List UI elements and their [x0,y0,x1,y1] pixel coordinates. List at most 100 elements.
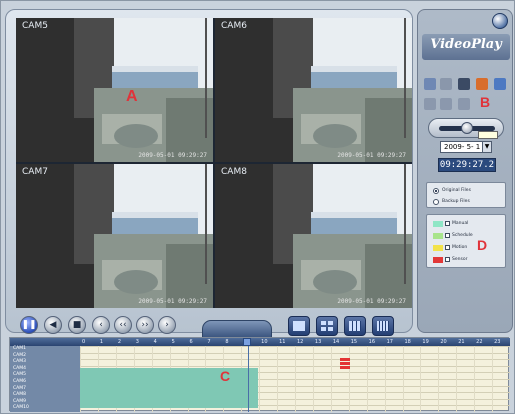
legend-label: Sensor [452,257,468,262]
legend-item-sensor[interactable]: Sensor [433,255,467,264]
radio-icon[interactable] [433,187,439,194]
legend-label: Manual [452,221,469,226]
timeline-gridline [366,346,368,412]
timeline-gridline [456,346,458,412]
timeline-hour-label: 7 [207,339,211,345]
annotation-a: A [126,88,138,105]
camera-label: CAM7 [22,167,48,177]
camera-view-cam6[interactable]: CAM6 2009-05-01 09:29:27 [215,18,412,162]
date-select[interactable]: 2009- 5- 1 ▼ [440,141,492,153]
legend-swatch [433,256,443,263]
camera-label: CAM6 [221,21,247,31]
checkbox[interactable] [445,233,450,238]
timeline-gridline [259,346,261,412]
rewind-button[interactable]: ◀ [44,316,62,334]
right-control-panel: VideoPlay B 2009- 5- 1 ▼ 09:29:27.2 Orig… [417,9,513,333]
lock-icon[interactable] [494,78,506,90]
slow-button[interactable]: ‹‹ [114,316,132,334]
zoom-out-icon[interactable] [440,98,452,110]
timeline-gridline [295,346,296,412]
layout-16-button[interactable] [372,316,394,336]
option-label: Backup Files [442,199,470,204]
option-label: Original Files [442,188,471,193]
legend-label: Schedule [452,233,473,238]
video-grid: CAM5 2009-05-01 09:29:27 A CAM6 2009-05-… [16,18,412,308]
pause-icon: ❚❚ [21,320,37,330]
timeline-hour-label: 3 [135,339,139,345]
chevron-down-icon[interactable]: ▼ [482,142,491,152]
pause-button[interactable]: ❚❚ [20,316,38,334]
time-display: 09:29:27.2 [438,158,496,172]
volume-icon[interactable] [458,98,470,110]
timeline-cursor[interactable] [248,346,249,412]
video-play-window: CAM5 2009-05-01 09:29:27 A CAM6 2009-05-… [0,0,515,414]
layout-9-button[interactable] [344,316,366,336]
timeline-hour-label: 23 [494,339,501,345]
prev-frame-button[interactable]: ‹ [92,316,110,334]
camera-view-cam5[interactable]: CAM5 2009-05-01 09:29:27 A [16,18,213,162]
timeline-hour-label: 17 [386,339,393,345]
timeline-hour-header: 01234567891011121314151617181920212223 [10,338,510,346]
legend-item-schedule[interactable]: Schedule [433,231,473,240]
next-frame-button[interactable]: › [158,316,176,334]
speed-slider-knob[interactable] [461,122,473,134]
camera-label: CAM8 [221,167,247,177]
layout-1-icon [293,321,305,331]
camera-view-cam8[interactable]: CAM8 2009-05-01 09:29:27 [215,164,412,308]
camera-view-cam7[interactable]: CAM7 2009-05-01 09:29:27 [16,164,213,308]
legend-item-motion[interactable]: Motion [433,243,467,252]
timeline-tracks[interactable]: C [80,346,510,412]
checkbox[interactable] [445,221,450,226]
layout-9-icon [349,321,361,331]
annotation-d: D [477,237,488,253]
legend-swatch [433,244,443,251]
zoom-in-icon[interactable] [424,98,436,110]
recording-segment[interactable] [80,368,258,408]
alarm-segment[interactable] [340,358,350,361]
legend-swatch [433,220,443,227]
fast-button[interactable]: ›› [136,316,154,334]
globe-icon[interactable] [492,13,508,29]
alarm-segment[interactable] [340,366,350,369]
layout-4-icon-cell [328,327,333,331]
camera-label: CAM5 [22,21,48,31]
alarm-segment[interactable] [340,362,350,365]
timeline-hour-label: 5 [171,339,175,345]
recording-timeline[interactable]: 01234567891011121314151617181920212223 C… [9,337,510,412]
camera-timestamp: 2009-05-01 09:29:27 [138,152,207,159]
toolbar-row-1 [424,78,510,92]
layout-1-button[interactable] [288,316,310,336]
layout-4-icon-cell [328,321,333,325]
timeline-gridline [312,346,314,412]
checkbox[interactable] [445,257,450,262]
checkbox[interactable] [445,245,450,250]
timeline-hour-label: 13 [314,339,322,345]
timeline-gridline [402,346,404,412]
date-value: 2009- 5- 1 [444,143,481,151]
snapshot-icon[interactable] [476,78,488,90]
layout-4-button[interactable] [316,316,338,336]
record-type-legend: Manual Schedule Motion Sensor D [426,214,506,268]
backup-files-option[interactable]: Backup Files [433,197,470,206]
layout-4-icon [321,321,326,325]
timeline-hour-label: 15 [350,339,358,345]
original-files-option[interactable]: Original Files [433,186,471,195]
export-icon[interactable] [458,78,470,90]
playback-mode-tab[interactable] [202,320,272,338]
playback-control-bar: ❚❚ ◀ ■ ‹ ‹‹ ›› › [16,312,412,340]
radio-icon[interactable] [433,198,439,205]
scissors-icon[interactable] [440,78,452,90]
legend-item-manual[interactable]: Manual [433,219,468,228]
toolbar-row-2: B [424,94,510,112]
timeline-hour-label: 14 [332,339,340,345]
stop-button[interactable]: ■ [68,316,86,334]
timeline-hour-label: 2 [117,339,122,345]
timeline-gridline [330,346,332,412]
timeline-cursor-handle[interactable] [243,338,251,346]
search-icon[interactable] [424,78,436,90]
timeline-gridline [348,346,350,412]
app-logo: VideoPlay [430,37,502,52]
timeline-hour-label: 22 [476,339,483,345]
timeline-channel-label[interactable]: CAM10 [13,405,29,412]
camera-timestamp: 2009-05-01 09:29:27 [138,298,207,305]
